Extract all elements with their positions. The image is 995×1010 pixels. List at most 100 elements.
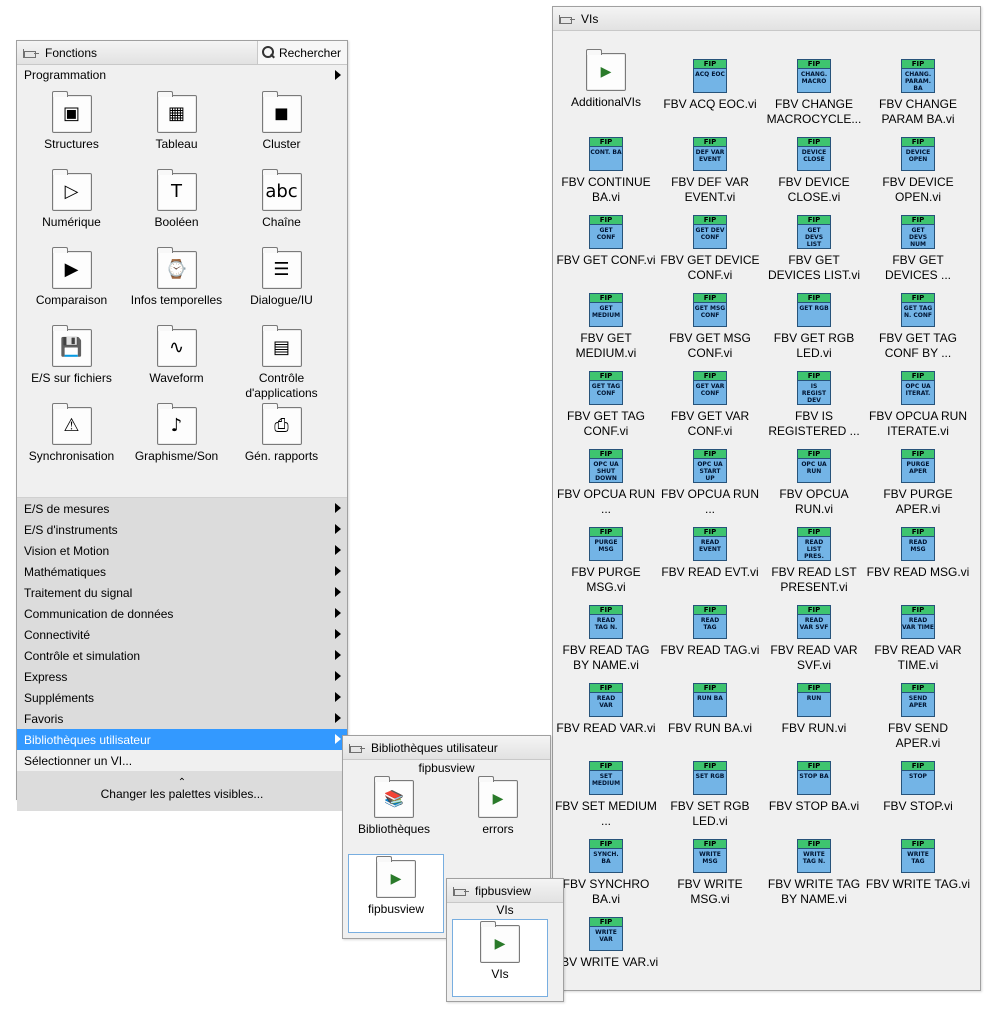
vi-item[interactable]: FIP OPC UA RUN FBV OPCUA RUN.vi [761, 449, 867, 517]
pin-icon[interactable] [453, 885, 469, 897]
fipbusview-item-vis[interactable]: ▶ VIs [452, 919, 548, 997]
vi-item-label: FBV GET MEDIUM.vi [575, 331, 637, 360]
menu-item[interactable]: Contrôle et simulation [17, 645, 347, 666]
menu-item[interactable]: Bibliothèques utilisateur [17, 729, 347, 750]
menu-item[interactable]: E/S d'instruments [17, 519, 347, 540]
pin-icon[interactable] [23, 47, 39, 59]
vi-item[interactable]: FIP SYNCH. BA FBV SYNCHRO BA.vi [553, 839, 659, 907]
vi-item[interactable]: FIP DEVICE CLOSE FBV DEVICE CLOSE.vi [761, 137, 867, 205]
library-item-bibliotheques[interactable]: 📚 Bibliothèques [349, 776, 439, 837]
palette-item-3[interactable]: ◼ Cluster [229, 91, 334, 152]
vi-item[interactable]: FIP STOP FBV STOP.vi [865, 761, 971, 814]
menu-item[interactable]: Traitement du signal [17, 582, 347, 603]
vi-item[interactable]: FIP GET TAG N. CONF FBV GET TAG CONF BY ..… [865, 293, 971, 361]
vi-item[interactable]: FIP IS REGIST DEV FBV IS REGISTERED ... [761, 371, 867, 439]
library-label: errors [482, 822, 514, 836]
vi-item[interactable]: FIP STOP BA FBV STOP BA.vi [761, 761, 867, 814]
vi-item[interactable]: FIP RUN FBV RUN.vi [761, 683, 867, 736]
vi-item[interactable]: FIP WRITE TAG FBV WRITE TAG.vi [865, 839, 971, 892]
vi-item[interactable]: FIP WRITE VAR FBV WRITE VAR.vi [553, 917, 659, 970]
vi-item[interactable]: FIP READ VAR SVF FBV READ VAR SVF.vi [761, 605, 867, 673]
vi-item[interactable]: FIP OPC UA SHUT DOWN FBV OPCUA RUN ... [553, 449, 659, 517]
vi-item[interactable]: FIP GET DEV CONF FBV GET DEVICE CONF.vi [657, 215, 763, 283]
vi-item-label: FBV CHANGE MACROCYCLE... [766, 97, 862, 126]
category-programmation[interactable]: Programmation [17, 65, 347, 85]
menu-item[interactable]: Communication de données [17, 603, 347, 624]
vi-item[interactable]: FIP GET VAR CONF FBV GET VAR CONF.vi [657, 371, 763, 439]
vi-item[interactable]: FIP SET MEDIUM FBV SET MEDIUM ... [553, 761, 659, 829]
menu-item[interactable]: Suppléments [17, 687, 347, 708]
vi-item[interactable]: FIP PURGE MSG FBV PURGE MSG.vi [553, 527, 659, 595]
vi-item-label: FBV SET MEDIUM ... [555, 799, 657, 828]
menu-item[interactable]: Express [17, 666, 347, 687]
vi-item[interactable]: FIP READ VAR TIME FBV READ VAR TIME.vi [865, 605, 971, 673]
library-item-errors[interactable]: ▶ errors [453, 776, 543, 837]
palette-item-8[interactable]: ⌚ Infos temporelles [124, 247, 229, 308]
vi-item[interactable]: FIP OPC UA ITERAT. FBV OPCUA RUN ITERATE.v… [865, 371, 971, 439]
menu-item[interactable]: Mathématiques [17, 561, 347, 582]
palette-item-4[interactable]: ▷ Numérique [19, 169, 124, 230]
vi-item[interactable]: FIP SEND APER FBV SEND APER.vi [865, 683, 971, 751]
palette-item-label: Contrôle d'applications [245, 371, 318, 400]
palette-item-12[interactable]: ▤ Contrôle d'applications [229, 325, 334, 401]
vi-item[interactable]: FIP PURGE APER FBV PURGE APER.vi [865, 449, 971, 517]
vi-item[interactable]: FIP GET CONF FBV GET CONF.vi [553, 215, 659, 268]
vi-item[interactable]: FIP WRITE MSG FBV WRITE MSG.vi [657, 839, 763, 907]
vi-item[interactable]: FIP GET MEDIUM FBV GET MEDIUM.vi [553, 293, 659, 361]
vi-item-additionalvis[interactable]: ▶ AdditionalVIs [553, 49, 659, 110]
palette-item-13[interactable]: ⚠ Synchronisation [19, 403, 124, 464]
menu-item[interactable]: Favoris [17, 708, 347, 729]
palette-item-6[interactable]: abc Chaîne [229, 169, 334, 230]
palette-item-9[interactable]: ☰ Dialogue/IU [229, 247, 334, 308]
vi-item[interactable]: FIP RUN BA FBV RUN BA.vi [657, 683, 763, 736]
palette-item-15[interactable]: ⎙ Gén. rapports [229, 403, 334, 464]
vi-item[interactable]: FIP WRITE TAG N. FBV WRITE TAG BY NAME.vi [761, 839, 867, 907]
vi-item-label: FBV READ EVT.vi [661, 565, 759, 579]
palette-item-1[interactable]: ▣ Structures [19, 91, 124, 152]
menu-item[interactable]: Sélectionner un VI... [17, 750, 347, 771]
functions-titlebar[interactable]: Fonctions Rechercher [17, 41, 347, 65]
vi-item[interactable]: FIP GET MSG CONF FBV GET MSG CONF.vi [657, 293, 763, 361]
fip-vi-icon: FIP READ MSG [901, 527, 935, 561]
vi-item[interactable]: FIP GET TAG CONF FBV GET TAG CONF.vi [553, 371, 659, 439]
vi-item[interactable]: FIP SET RGB FBV SET RGB LED.vi [657, 761, 763, 829]
vi-folder-icon: ▶ [480, 921, 520, 963]
palette-item-10[interactable]: 💾 E/S sur fichiers [19, 325, 124, 386]
vi-item[interactable]: FIP ACQ EOC FBV ACQ EOC.vi [657, 59, 763, 112]
vi-item[interactable]: FIP DEF VAR EVENT FBV DEF VAR EVENT.vi [657, 137, 763, 205]
vi-item-label: FBV OPCUA RUN ITERATE.vi [868, 409, 967, 438]
vi-item[interactable]: FIP DEVICE OPEN FBV DEVICE OPEN.vi [865, 137, 971, 205]
vi-item[interactable]: FIP READ VAR FBV READ VAR.vi [553, 683, 659, 736]
vi-item[interactable]: FIP READ MSG FBV READ MSG.vi [865, 527, 971, 580]
vi-item[interactable]: FIP GET RGB FBV GET RGB LED.vi [761, 293, 867, 361]
vi-item[interactable]: FIP READ EVENT FBV READ EVT.vi [657, 527, 763, 580]
vi-item[interactable]: FIP READ LIST PRES. FBV READ LST PRESENT.v… [761, 527, 867, 595]
palette-item-14[interactable]: ♪ Graphisme/Son [124, 403, 229, 464]
vi-item[interactable]: FIP GET DEVS LIST FBV GET DEVICES LIST.vi [761, 215, 867, 283]
fip-vi-icon: FIP SEND APER [901, 683, 935, 717]
vi-item[interactable]: FIP OPC UA START UP FBV OPCUA RUN ... [657, 449, 763, 517]
vi-item[interactable]: FIP GET DEVS NUM FBV GET DEVICES ... [865, 215, 971, 283]
fip-tag: RUN [806, 695, 822, 702]
vi-item[interactable]: FIP CONT. BA FBV CONTINUE BA.vi [553, 137, 659, 205]
menu-item[interactable]: Vision et Motion [17, 540, 347, 561]
fip-tag: GET CONF [596, 227, 616, 241]
palette-item-5[interactable]: T Booléen [124, 169, 229, 230]
palette-item-11[interactable]: ∿ Waveform [124, 325, 229, 386]
pin-icon[interactable] [559, 13, 575, 25]
search-button[interactable]: Rechercher [256, 41, 347, 64]
change-palettes-button[interactable]: ⌃ Changer les palettes visibles... [17, 771, 347, 811]
palette-item-2[interactable]: ▦ Tableau [124, 91, 229, 152]
vis-titlebar[interactable]: VIs [553, 7, 980, 31]
vi-item[interactable]: FIP CHANG. PARAM. BA FBV CHANGE PARAM BA.v… [865, 59, 971, 127]
menu-item[interactable]: Connectivité [17, 624, 347, 645]
library-item-fipbusview[interactable]: ▶ fipbusview [348, 854, 444, 933]
palette-item-7[interactable]: ▶ Comparaison [19, 247, 124, 308]
vi-item[interactable]: FIP READ TAG N. FBV READ TAG BY NAME.vi [553, 605, 659, 673]
vi-item[interactable]: FIP CHANG. MACRO FBV CHANGE MACROCYCLE... [761, 59, 867, 127]
menu-item[interactable]: E/S de mesures [17, 498, 347, 519]
pin-icon[interactable] [349, 742, 365, 754]
user-libraries-titlebar[interactable]: Bibliothèques utilisateur [343, 736, 550, 760]
vi-item[interactable]: FIP READ TAG FBV READ TAG.vi [657, 605, 763, 658]
fipbusview-titlebar[interactable]: fipbusview [447, 879, 563, 903]
